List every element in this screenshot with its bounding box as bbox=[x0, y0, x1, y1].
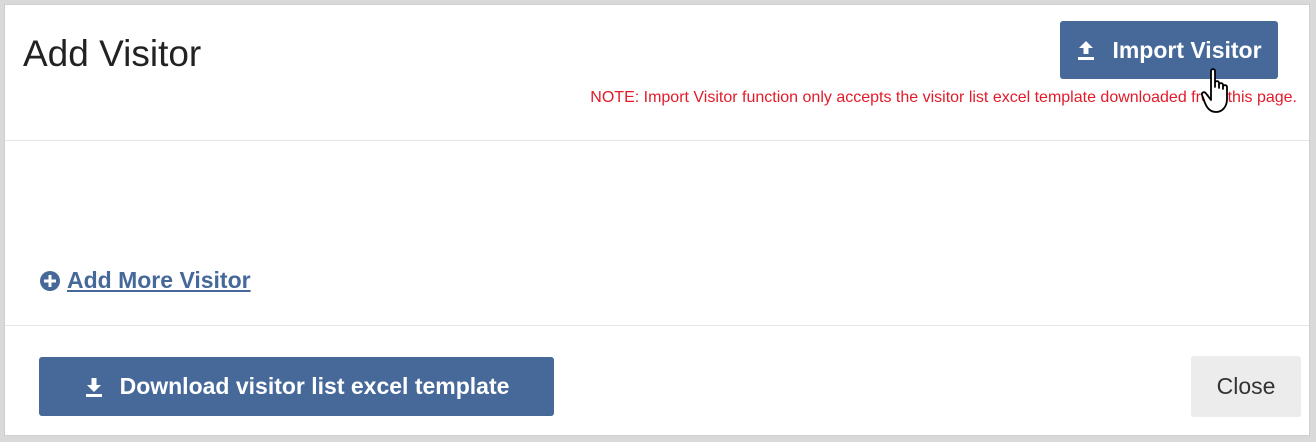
import-note: NOTE: Import Visitor function only accep… bbox=[590, 89, 1297, 106]
import-visitor-button[interactable]: Import Visitor bbox=[1060, 21, 1278, 79]
hand-pointer-cursor-icon bbox=[1200, 68, 1228, 113]
add-visitor-modal: Add Visitor Import Visitor NOTE: Import … bbox=[4, 4, 1310, 436]
download-template-label: Download visitor list excel template bbox=[119, 373, 510, 399]
plus-circle-icon bbox=[40, 270, 60, 291]
download-icon bbox=[85, 377, 102, 397]
footer-divider bbox=[5, 325, 1309, 326]
modal-header: Add Visitor Import Visitor NOTE: Import … bbox=[5, 5, 1309, 141]
upload-icon bbox=[1078, 41, 1095, 60]
import-visitor-label: Import Visitor bbox=[1112, 36, 1262, 63]
download-template-button[interactable]: Download visitor list excel template bbox=[39, 357, 554, 416]
add-more-visitor-label: Add More Visitor bbox=[67, 267, 251, 293]
modal-title: Add Visitor bbox=[23, 33, 202, 74]
add-more-visitor-link[interactable]: Add More Visitor bbox=[39, 267, 251, 294]
close-button[interactable]: Close bbox=[1191, 356, 1301, 417]
